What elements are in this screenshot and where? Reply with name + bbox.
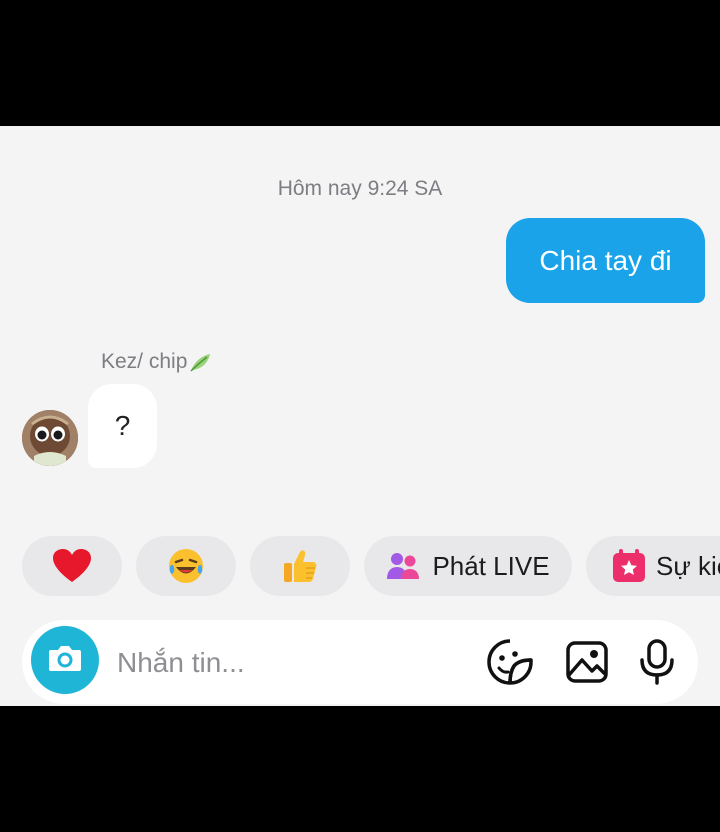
sticker-button[interactable]: [486, 638, 534, 691]
gallery-button[interactable]: [563, 640, 611, 688]
outgoing-message-bubble[interactable]: Chia tay đi: [506, 218, 705, 303]
event-label: Sự kiê: [656, 550, 720, 581]
incoming-message-bubble[interactable]: ?: [88, 384, 157, 468]
message-composer: [22, 620, 698, 704]
avatar[interactable]: [22, 410, 78, 466]
heart-icon: [53, 549, 91, 583]
heart-reaction-button[interactable]: [22, 536, 122, 596]
sticker-icon: [486, 638, 534, 691]
camera-icon: [47, 643, 83, 678]
thumbs-up-icon: [281, 547, 319, 585]
calendar-star-icon: [612, 549, 646, 583]
go-live-label: Phát LIVE: [432, 550, 550, 581]
event-button[interactable]: Sự kiê: [586, 536, 720, 596]
thumbs-up-button[interactable]: [250, 536, 350, 596]
image-icon: [565, 640, 609, 689]
camera-button[interactable]: [31, 626, 99, 694]
sender-name: Kez/ chip: [101, 350, 188, 373]
people-icon: [386, 551, 420, 581]
leaf-icon: [188, 350, 212, 374]
microphone-icon: [637, 638, 677, 690]
chat-screen: Hôm nay 9:24 SA Chia tay đi Kez/ chip ?: [0, 126, 720, 706]
message-input[interactable]: [115, 640, 469, 686]
go-live-button[interactable]: Phát LIVE: [364, 536, 572, 596]
laugh-reaction-button[interactable]: [136, 536, 236, 596]
message-timestamp: Hôm nay 9:24 SA: [277, 177, 443, 200]
sender-name-row: Kez/ chip: [101, 350, 212, 374]
voice-button[interactable]: [633, 638, 681, 690]
laughing-crying-icon: [167, 547, 205, 585]
